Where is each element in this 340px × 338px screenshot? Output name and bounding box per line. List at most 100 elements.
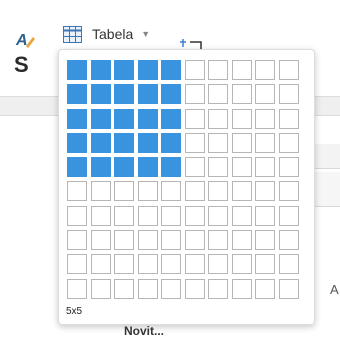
table-size-cell[interactable] bbox=[208, 157, 228, 178]
table-size-cell[interactable] bbox=[255, 60, 275, 80]
insert-column-icon[interactable] bbox=[180, 36, 202, 50]
table-size-cell[interactable] bbox=[67, 60, 87, 80]
table-size-cell[interactable] bbox=[278, 84, 299, 105]
table-size-cell[interactable] bbox=[67, 157, 87, 178]
table-size-cell[interactable] bbox=[231, 205, 252, 226]
table-size-cell[interactable] bbox=[184, 108, 205, 129]
table-size-cell[interactable] bbox=[231, 181, 252, 202]
table-size-cell[interactable] bbox=[67, 278, 87, 299]
table-size-cell[interactable] bbox=[161, 278, 181, 299]
table-size-cell[interactable] bbox=[137, 60, 158, 80]
table-size-cell[interactable] bbox=[161, 108, 181, 129]
table-size-cell[interactable] bbox=[184, 230, 205, 251]
table-size-cell[interactable] bbox=[278, 132, 299, 153]
table-size-cell[interactable] bbox=[114, 157, 134, 178]
table-size-cell[interactable] bbox=[161, 60, 181, 80]
table-size-cell[interactable] bbox=[184, 278, 205, 299]
table-size-cell[interactable] bbox=[114, 230, 134, 251]
table-size-cell[interactable] bbox=[137, 230, 158, 251]
table-size-cell[interactable] bbox=[231, 230, 252, 251]
table-size-cell[interactable] bbox=[137, 84, 158, 105]
table-size-cell[interactable] bbox=[278, 278, 299, 299]
table-size-cell[interactable] bbox=[161, 157, 181, 178]
table-size-cell[interactable] bbox=[114, 254, 134, 275]
table-size-cell[interactable] bbox=[208, 181, 228, 202]
table-size-cell[interactable] bbox=[208, 60, 228, 80]
table-size-cell[interactable] bbox=[114, 205, 134, 226]
table-size-cell[interactable] bbox=[278, 181, 299, 202]
table-size-cell[interactable] bbox=[184, 60, 205, 80]
table-size-cell[interactable] bbox=[90, 108, 111, 129]
table-size-cell[interactable] bbox=[67, 84, 87, 105]
table-size-cell[interactable] bbox=[161, 181, 181, 202]
table-size-cell[interactable] bbox=[278, 157, 299, 178]
table-size-cell[interactable] bbox=[231, 278, 252, 299]
table-size-cell[interactable] bbox=[90, 157, 111, 178]
table-size-cell[interactable] bbox=[137, 181, 158, 202]
table-size-cell[interactable] bbox=[161, 205, 181, 226]
table-size-cell[interactable] bbox=[161, 254, 181, 275]
table-size-cell[interactable] bbox=[208, 254, 228, 275]
table-size-cell[interactable] bbox=[67, 181, 87, 202]
table-size-cell[interactable] bbox=[278, 254, 299, 275]
table-size-cell[interactable] bbox=[255, 157, 275, 178]
table-size-cell[interactable] bbox=[208, 205, 228, 226]
table-size-cell[interactable] bbox=[278, 205, 299, 226]
strikethrough-letter[interactable]: S bbox=[14, 52, 29, 78]
table-size-cell[interactable] bbox=[114, 132, 134, 153]
table-size-cell[interactable] bbox=[231, 84, 252, 105]
table-size-cell[interactable] bbox=[90, 230, 111, 251]
table-size-cell[interactable] bbox=[114, 181, 134, 202]
table-size-cell[interactable] bbox=[114, 108, 134, 129]
table-size-cell[interactable] bbox=[90, 132, 111, 153]
table-size-cell[interactable] bbox=[90, 84, 111, 105]
insert-table-button[interactable]: Tabela ▼ bbox=[59, 22, 150, 46]
table-size-cell[interactable] bbox=[114, 84, 134, 105]
table-size-cell[interactable] bbox=[231, 254, 252, 275]
table-size-cell[interactable] bbox=[67, 230, 87, 251]
table-size-cell[interactable] bbox=[208, 230, 228, 251]
table-size-cell[interactable] bbox=[184, 157, 205, 178]
table-size-cell[interactable] bbox=[137, 108, 158, 129]
table-size-cell[interactable] bbox=[67, 254, 87, 275]
table-size-cell[interactable] bbox=[114, 60, 134, 80]
table-size-cell[interactable] bbox=[208, 132, 228, 153]
table-size-cell[interactable] bbox=[231, 132, 252, 153]
table-size-cell[interactable] bbox=[208, 278, 228, 299]
table-size-cell[interactable] bbox=[184, 254, 205, 275]
table-size-cell[interactable] bbox=[278, 230, 299, 251]
table-size-cell[interactable] bbox=[231, 108, 252, 129]
table-size-cell[interactable] bbox=[67, 108, 87, 129]
table-size-cell[interactable] bbox=[184, 132, 205, 153]
table-size-cell[interactable] bbox=[184, 181, 205, 202]
table-size-cell[interactable] bbox=[208, 108, 228, 129]
table-size-cell[interactable] bbox=[67, 132, 87, 153]
table-size-cell[interactable] bbox=[255, 132, 275, 153]
table-size-cell[interactable] bbox=[255, 230, 275, 251]
table-size-cell[interactable] bbox=[278, 60, 299, 80]
table-size-cell[interactable] bbox=[67, 205, 87, 226]
font-color-icon[interactable]: A bbox=[15, 29, 37, 51]
table-size-cell[interactable] bbox=[184, 84, 205, 105]
table-size-cell[interactable] bbox=[278, 108, 299, 129]
table-size-cell[interactable] bbox=[90, 181, 111, 202]
table-size-cell[interactable] bbox=[255, 181, 275, 202]
table-size-cell[interactable] bbox=[255, 205, 275, 226]
table-size-cell[interactable] bbox=[231, 157, 252, 178]
table-size-cell[interactable] bbox=[90, 60, 111, 80]
table-size-cell[interactable] bbox=[255, 84, 275, 105]
table-size-cell[interactable] bbox=[137, 205, 158, 226]
table-size-cell[interactable] bbox=[255, 108, 275, 129]
table-size-cell[interactable] bbox=[137, 254, 158, 275]
table-size-cell[interactable] bbox=[137, 278, 158, 299]
table-size-cell[interactable] bbox=[161, 84, 181, 105]
table-size-cell[interactable] bbox=[137, 157, 158, 178]
table-size-cell[interactable] bbox=[90, 205, 111, 226]
table-size-cell[interactable] bbox=[90, 278, 111, 299]
table-size-cell[interactable] bbox=[255, 254, 275, 275]
table-size-cell[interactable] bbox=[161, 132, 181, 153]
table-size-cell[interactable] bbox=[231, 60, 252, 80]
table-size-cell[interactable] bbox=[137, 132, 158, 153]
table-size-cell[interactable] bbox=[114, 278, 134, 299]
table-size-cell[interactable] bbox=[255, 278, 275, 299]
